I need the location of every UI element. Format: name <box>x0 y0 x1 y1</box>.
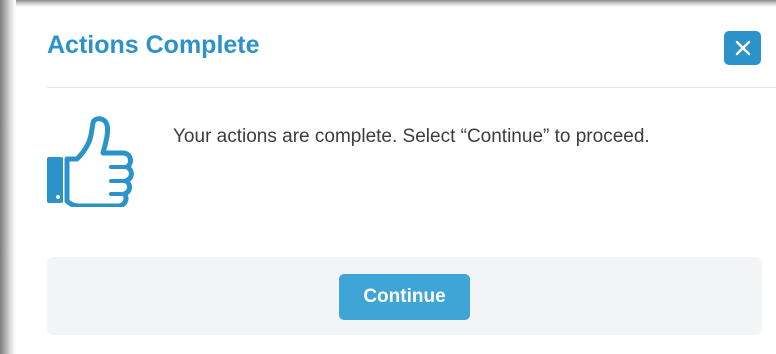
actions-complete-dialog: Actions Complete Your actions are comple… <box>16 7 776 354</box>
window-left-edge <box>0 0 16 354</box>
screen: Actions Complete Your actions are comple… <box>0 0 776 354</box>
continue-button[interactable]: Continue <box>339 274 470 320</box>
dialog-footer: Continue <box>47 257 762 335</box>
close-button[interactable] <box>724 31 761 65</box>
dialog-title: Actions Complete <box>47 31 260 59</box>
close-icon <box>735 40 750 56</box>
thumbs-up-icon <box>47 116 134 207</box>
header-divider <box>47 87 776 88</box>
window-top-edge <box>0 0 776 7</box>
completion-message: Your actions are complete. Select “Conti… <box>173 126 650 147</box>
